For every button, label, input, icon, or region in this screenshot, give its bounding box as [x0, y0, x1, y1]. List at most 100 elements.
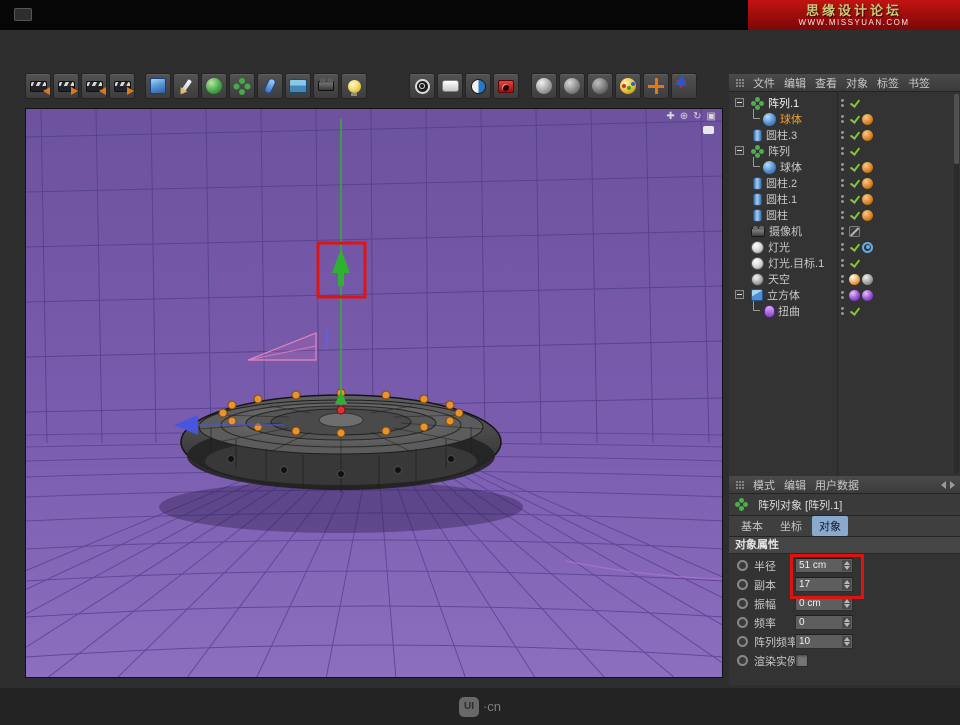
render-compare-icon[interactable]: [465, 73, 491, 99]
visibility-dots[interactable]: [841, 195, 844, 203]
y-axis-arrow-stem[interactable]: [338, 273, 344, 286]
visibility-dots[interactable]: [841, 115, 844, 123]
menu-tags[interactable]: 标签: [877, 75, 899, 91]
redo-icon[interactable]: [53, 73, 79, 99]
spline-pen-icon[interactable]: [173, 73, 199, 99]
keyframe-bullet-icon[interactable]: [737, 579, 748, 590]
tab-basic[interactable]: 基本: [734, 516, 770, 536]
frequency-input[interactable]: 0: [795, 615, 853, 630]
visibility-dots[interactable]: [841, 163, 844, 171]
tab-coordinates[interactable]: 坐标: [773, 516, 809, 536]
visibility-dots[interactable]: [841, 227, 844, 235]
object-row-camera[interactable]: 摄像机: [729, 223, 960, 239]
object-row-light-target[interactable]: 灯光.目标.1: [729, 255, 960, 271]
maximize-icon[interactable]: ▣: [707, 111, 716, 123]
object-row-sphere1[interactable]: 球体: [729, 111, 960, 127]
viewport-toggle-icon[interactable]: [703, 126, 714, 134]
object-row-light[interactable]: 灯光: [729, 239, 960, 255]
compositing-tag-icon[interactable]: [862, 274, 873, 285]
panel-grip-icon[interactable]: [735, 78, 744, 88]
object-row-cube[interactable]: 立方体: [729, 287, 960, 303]
keyframe-bullet-icon[interactable]: [737, 598, 748, 609]
object-row-array[interactable]: 阵列: [729, 143, 960, 159]
object-row-cylinder3[interactable]: 圆柱.3: [729, 127, 960, 143]
menu-bookmarks[interactable]: 书签: [908, 75, 930, 91]
enabled-check-icon[interactable]: [849, 258, 860, 269]
viewport-canvas[interactable]: ✚ ⊕ ↻ ▣: [25, 108, 723, 678]
texture-tag-icon[interactable]: [849, 290, 860, 301]
object-row-array1[interactable]: 阵列.1: [729, 95, 960, 111]
pan-icon[interactable]: ✚: [666, 111, 674, 123]
zoom-icon[interactable]: ⊕: [680, 111, 688, 123]
enabled-check-icon[interactable]: [849, 130, 860, 141]
menu-edit[interactable]: 编辑: [784, 75, 806, 91]
protection-tag-icon[interactable]: [849, 226, 860, 237]
deformer-icon[interactable]: [257, 73, 283, 99]
visibility-dots[interactable]: [841, 147, 844, 155]
back-arrow-icon[interactable]: [941, 481, 946, 489]
keyframe-bullet-icon[interactable]: [737, 655, 748, 666]
phong-tag-icon[interactable]: [862, 194, 873, 205]
subdivision-surface-icon[interactable]: [201, 73, 227, 99]
undo-icon[interactable]: [25, 73, 51, 99]
copies-input[interactable]: 17: [795, 577, 853, 592]
spinner-icon[interactable]: [842, 617, 851, 628]
array-frequency-input[interactable]: 10: [795, 634, 853, 649]
undo-history-icon[interactable]: [81, 73, 107, 99]
add-cube-icon[interactable]: [145, 73, 171, 99]
visibility-dots[interactable]: [841, 259, 844, 267]
object-row-cylinder1[interactable]: 圆柱.1: [729, 191, 960, 207]
tab-object[interactable]: 对象: [812, 516, 848, 536]
display-lines-icon[interactable]: [559, 73, 585, 99]
menu-file[interactable]: 文件: [753, 75, 775, 91]
visibility-dots[interactable]: [841, 99, 844, 107]
keyframe-bullet-icon[interactable]: [737, 636, 748, 647]
visibility-dots[interactable]: [841, 291, 844, 299]
enabled-check-icon[interactable]: [849, 194, 860, 205]
object-row-cylinder[interactable]: 圆柱: [729, 207, 960, 223]
enabled-check-icon[interactable]: [849, 146, 860, 157]
enabled-check-icon[interactable]: [849, 210, 860, 221]
expand-toggle-icon[interactable]: [735, 146, 744, 155]
render-view-icon[interactable]: [409, 73, 435, 99]
object-row-cylinder2[interactable]: 圆柱.2: [729, 175, 960, 191]
origin-point[interactable]: [337, 406, 345, 414]
snap-icon[interactable]: [671, 73, 697, 99]
menu-view[interactable]: 查看: [815, 75, 837, 91]
menu-mode[interactable]: 模式: [753, 477, 775, 493]
render-instances-checkbox[interactable]: [795, 654, 808, 667]
spinner-icon[interactable]: [842, 579, 851, 590]
enabled-check-icon[interactable]: [849, 98, 860, 109]
phong-tag-icon[interactable]: [862, 162, 873, 173]
texture-tag-icon[interactable]: [849, 274, 860, 285]
redo-history-icon[interactable]: [109, 73, 135, 99]
render-region-icon[interactable]: [437, 73, 463, 99]
visibility-dots[interactable]: [841, 275, 844, 283]
camera-tool-icon[interactable]: [313, 73, 339, 99]
visibility-dots[interactable]: [841, 243, 844, 251]
phong-tag-icon[interactable]: [862, 178, 873, 189]
panel-grip-icon[interactable]: [735, 480, 744, 490]
object-row-bend[interactable]: 扭曲: [729, 303, 960, 319]
texture-tag-icon[interactable]: [862, 290, 873, 301]
array-generator-icon[interactable]: [229, 73, 255, 99]
expand-toggle-icon[interactable]: [735, 98, 744, 107]
menu-user-data[interactable]: 用户数据: [815, 477, 859, 493]
keyframe-bullet-icon[interactable]: [737, 617, 748, 628]
spinner-icon[interactable]: [842, 598, 851, 609]
enabled-check-icon[interactable]: [849, 114, 860, 125]
visibility-dots[interactable]: [841, 131, 844, 139]
radius-input[interactable]: 51 cm: [795, 558, 853, 573]
visibility-dots[interactable]: [841, 179, 844, 187]
enabled-check-icon[interactable]: [849, 306, 860, 317]
render-settings-icon[interactable]: [493, 73, 519, 99]
scrollbar[interactable]: [954, 94, 959, 474]
display-shaded-icon[interactable]: [531, 73, 557, 99]
spinner-icon[interactable]: [842, 636, 851, 647]
spinner-icon[interactable]: [842, 560, 851, 571]
forward-arrow-icon[interactable]: [950, 481, 955, 489]
amplitude-input[interactable]: 0 cm: [795, 596, 853, 611]
expand-toggle-icon[interactable]: [735, 290, 744, 299]
target-tag-icon[interactable]: [862, 242, 873, 253]
visibility-dots[interactable]: [841, 307, 844, 315]
